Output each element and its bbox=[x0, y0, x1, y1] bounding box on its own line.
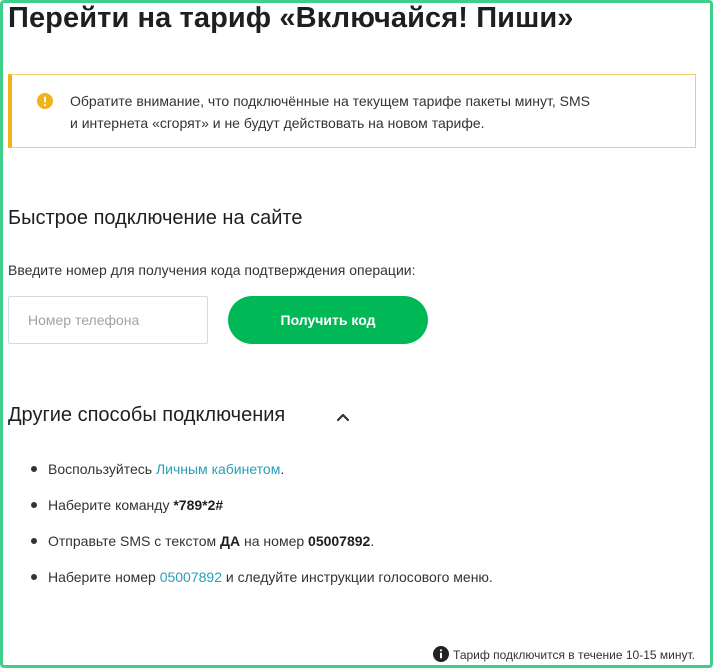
notice-line-2: и интернета «сгорят» и не будут действов… bbox=[70, 115, 485, 131]
list-item-text: . bbox=[370, 533, 375, 549]
other-methods-title[interactable]: Другие способы подключения bbox=[8, 404, 285, 427]
footnote: Тариф подключится в течение 10-15 минут. bbox=[433, 645, 695, 665]
list-item: Наберите номер 05007892 и следуйте инстр… bbox=[30, 566, 493, 602]
sms-text: ДА bbox=[220, 533, 241, 549]
list-item-text: Наберите номер bbox=[48, 569, 160, 585]
list-item-text: на номер bbox=[240, 533, 309, 549]
page-title: Перейти на тариф «Включайся! Пиши» bbox=[8, 2, 574, 34]
info-icon bbox=[433, 646, 450, 662]
list-item-text: и следуйте инструкции голосового меню. bbox=[221, 569, 493, 585]
quick-connect-title: Быстрое подключение на сайте bbox=[8, 207, 303, 229]
phone-prompt: Введите номер для получения кода подтвер… bbox=[8, 262, 416, 278]
footnote-text: Тариф подключится в течение 10-15 минут. bbox=[453, 648, 695, 662]
get-code-button[interactable]: Получить код bbox=[228, 296, 428, 344]
phone-number-link[interactable]: 05007892 bbox=[160, 569, 222, 585]
personal-account-link[interactable]: Личным кабинетом bbox=[156, 461, 280, 477]
notice-text: Обратите внимание, что подключённые на т… bbox=[70, 90, 670, 134]
list-item-text: Наберите команду bbox=[48, 497, 174, 513]
list-item-text: Воспользуйтесь bbox=[48, 461, 156, 477]
list-item: Наберите команду *789*2# bbox=[30, 494, 493, 530]
notice-line-1: Обратите внимание, что подключённые на т… bbox=[70, 93, 590, 109]
list-item: Воспользуйтесь Личным кабинетом. bbox=[30, 458, 493, 494]
list-item: Отправьте SMS с текстом ДА на номер 0500… bbox=[30, 530, 493, 566]
ussd-command: *789*2# bbox=[173, 497, 224, 513]
sms-number: 05007892 bbox=[308, 533, 371, 549]
other-methods-list: Воспользуйтесь Личным кабинетом. Наберит… bbox=[30, 458, 493, 602]
chevron-up-icon[interactable] bbox=[334, 408, 352, 426]
list-item-text: Отправьте SMS с текстом bbox=[48, 533, 221, 549]
notice-banner: Обратите внимание, что подключённые на т… bbox=[8, 74, 696, 148]
phone-number-input[interactable] bbox=[8, 296, 208, 344]
warning-info-icon bbox=[37, 93, 53, 109]
list-item-text: . bbox=[280, 461, 285, 477]
